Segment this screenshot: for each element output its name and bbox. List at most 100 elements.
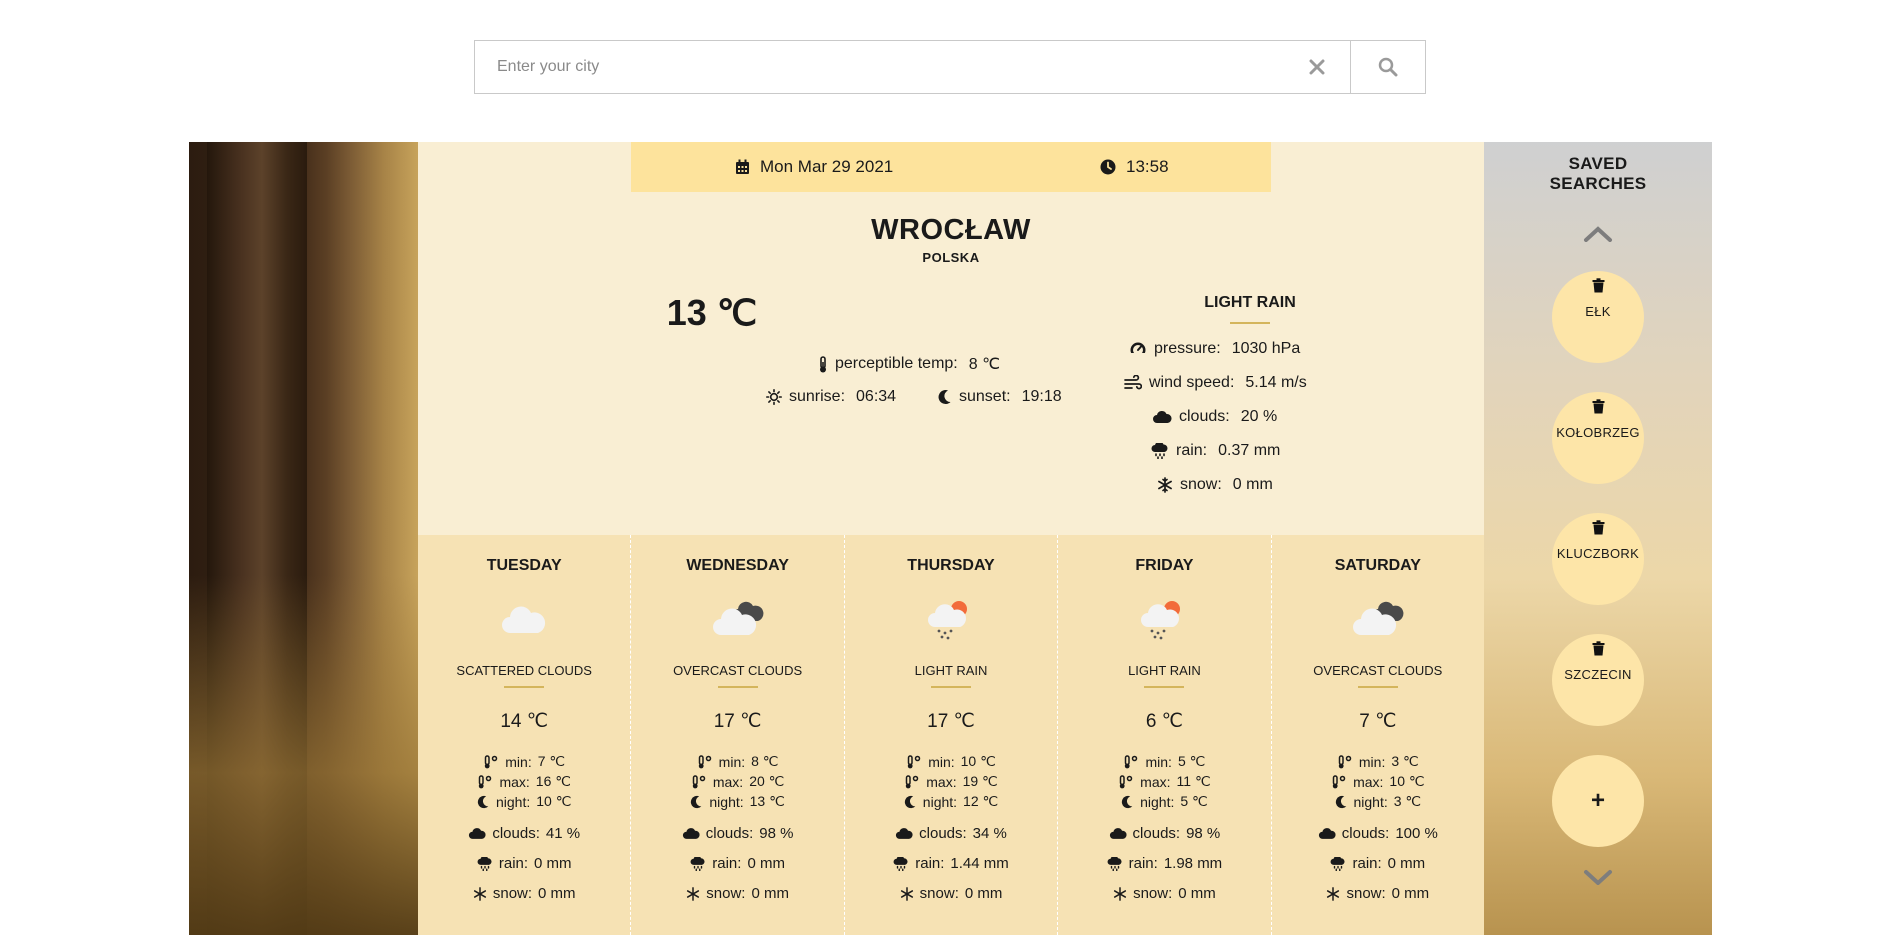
day-snow: snow: 0 mm	[845, 885, 1057, 902]
day-rain: rain: 0 mm	[631, 855, 843, 872]
snow-label: snow:	[1180, 476, 1222, 493]
min-temp: min: 10 ℃	[845, 753, 1057, 770]
day-clouds: clouds: 41 %	[418, 825, 630, 842]
date-display: Mon Mar 29 2021	[735, 142, 893, 192]
gauge-icon	[1130, 342, 1146, 357]
chevron-down-icon	[1584, 870, 1612, 886]
night-value: 10 ℃	[536, 793, 572, 809]
min-label: min:	[1358, 753, 1386, 770]
max-temp: max: 10 ℃	[1272, 773, 1484, 790]
clouds-value: 98 %	[759, 825, 794, 842]
rain-label: rain:	[915, 855, 945, 872]
date-text: Mon Mar 29 2021	[760, 157, 894, 176]
day-rain: rain: 1.98 mm	[1058, 855, 1270, 872]
snow-value: 0 mm	[751, 885, 789, 902]
rain-value: 1.98 mm	[1163, 855, 1223, 872]
min-temp: min: 3 ℃	[1272, 753, 1484, 770]
current-temperature: 13 ℃	[666, 292, 758, 333]
clouds-label: clouds:	[705, 825, 754, 842]
forecast-day: FRIDAY LIGHT RAIN 6 ℃ min: 5 ℃ max: 11 ℃ night:…	[1058, 535, 1272, 935]
thermometer-icon	[479, 774, 492, 788]
perceptible-label: perceptible temp:	[835, 355, 958, 372]
cloud-icon	[469, 828, 486, 839]
night-temp: night: 5 ℃	[1058, 793, 1270, 810]
trash-icon[interactable]	[1592, 278, 1605, 293]
max-value: 20 ℃	[749, 773, 785, 789]
saved-item[interactable]: KLUCZBORK	[1552, 513, 1644, 605]
max-value: 16 ℃	[535, 773, 571, 789]
day-description: SCATTERED CLOUDS	[456, 663, 592, 678]
max-label: max:	[712, 773, 744, 790]
night-temp: night: 3 ℃	[1272, 793, 1484, 810]
cloud-icon	[1109, 828, 1127, 839]
day-description: OVERCAST CLOUDS	[1313, 663, 1443, 678]
max-value: 11 ℃	[1176, 773, 1211, 789]
add-search-button[interactable]: +	[1552, 755, 1644, 847]
max-label: max:	[1353, 773, 1384, 790]
saved-item-label: EŁK	[1585, 304, 1611, 319]
grass-image	[189, 575, 418, 935]
day-name: THURSDAY	[907, 557, 995, 574]
wind-label: wind speed:	[1149, 374, 1235, 391]
day-snow: snow: 0 mm	[1272, 885, 1484, 902]
weather-center: Mon Mar 29 2021 13:58 WROCŁAW POLSKA 13 …	[418, 142, 1484, 935]
night-value: 12 ℃	[963, 793, 999, 809]
search-bar	[474, 40, 1426, 94]
overcast-clouds-icon	[712, 597, 764, 641]
cloud-icon	[896, 828, 913, 839]
night-label: night:	[922, 793, 958, 810]
sunrise-label: sunrise:	[789, 388, 846, 405]
sun-icon	[766, 389, 782, 405]
snow-value: 0 mm	[1232, 476, 1273, 493]
overcast-clouds-icon	[1352, 597, 1404, 641]
current-weather: Mon Mar 29 2021 13:58 WROCŁAW POLSKA 13 …	[418, 142, 1484, 535]
light-rain-icon	[925, 597, 977, 641]
search-button[interactable]	[1350, 40, 1426, 94]
forecast-day: SATURDAY OVERCAST CLOUDS 7 ℃ min: 3 ℃ max: 10 …	[1272, 535, 1484, 935]
trash-icon[interactable]	[1592, 399, 1605, 414]
saved-item[interactable]: SZCZECIN	[1552, 634, 1644, 726]
search-input[interactable]	[475, 41, 1284, 93]
night-label: night:	[1353, 793, 1388, 810]
snow-value: 0 mm	[1178, 885, 1216, 902]
saved-item[interactable]: KOŁOBRZEG	[1552, 392, 1644, 484]
max-label: max:	[926, 773, 957, 790]
day-clouds: clouds: 98 %	[631, 825, 843, 842]
clouds: clouds: 20 %	[1152, 408, 1277, 426]
min-temp: min: 5 ℃	[1058, 753, 1270, 770]
sunrise: sunrise: 06:34	[766, 388, 896, 406]
max-label: max:	[499, 773, 530, 790]
moon-icon	[477, 795, 489, 808]
saved-item-label: KOŁOBRZEG	[1556, 425, 1640, 440]
thermometer-icon	[907, 754, 921, 768]
scroll-up-button[interactable]	[1583, 226, 1613, 247]
chevron-up-icon	[1584, 226, 1612, 242]
min-label: min:	[928, 753, 955, 770]
sunset-value: 19:18	[1021, 388, 1062, 405]
night-temp: night: 13 ℃	[631, 793, 843, 810]
trash-icon[interactable]	[1592, 520, 1605, 535]
thermometer-icon	[485, 754, 498, 768]
scroll-down-button[interactable]	[1583, 869, 1613, 890]
description-underline	[1230, 322, 1270, 324]
day-rain: rain: 0 mm	[1272, 855, 1484, 872]
saved-title-line2: SEARCHES	[1549, 174, 1647, 193]
clear-button[interactable]	[1284, 41, 1350, 93]
rain-value: 0 mm	[1387, 855, 1426, 872]
pressure-value: 1030 hPa	[1231, 340, 1301, 357]
snow-value: 0 mm	[538, 885, 576, 902]
day-rain: rain: 0 mm	[418, 855, 630, 872]
rain-label: rain:	[712, 855, 742, 872]
time-display: 13:58	[1100, 142, 1169, 192]
saved-item[interactable]: EŁK	[1552, 271, 1644, 363]
snowflake-icon	[1158, 477, 1172, 493]
day-name: FRIDAY	[1135, 557, 1194, 574]
rain-label: rain:	[498, 855, 529, 872]
moon-icon	[938, 390, 951, 405]
night-temp: night: 12 ℃	[845, 793, 1057, 810]
pressure-label: pressure:	[1154, 340, 1221, 357]
trash-icon[interactable]	[1592, 641, 1605, 656]
snowflake-icon	[900, 886, 913, 901]
thermometer-icon	[906, 774, 919, 788]
pressure: pressure: 1030 hPa	[1129, 340, 1300, 358]
